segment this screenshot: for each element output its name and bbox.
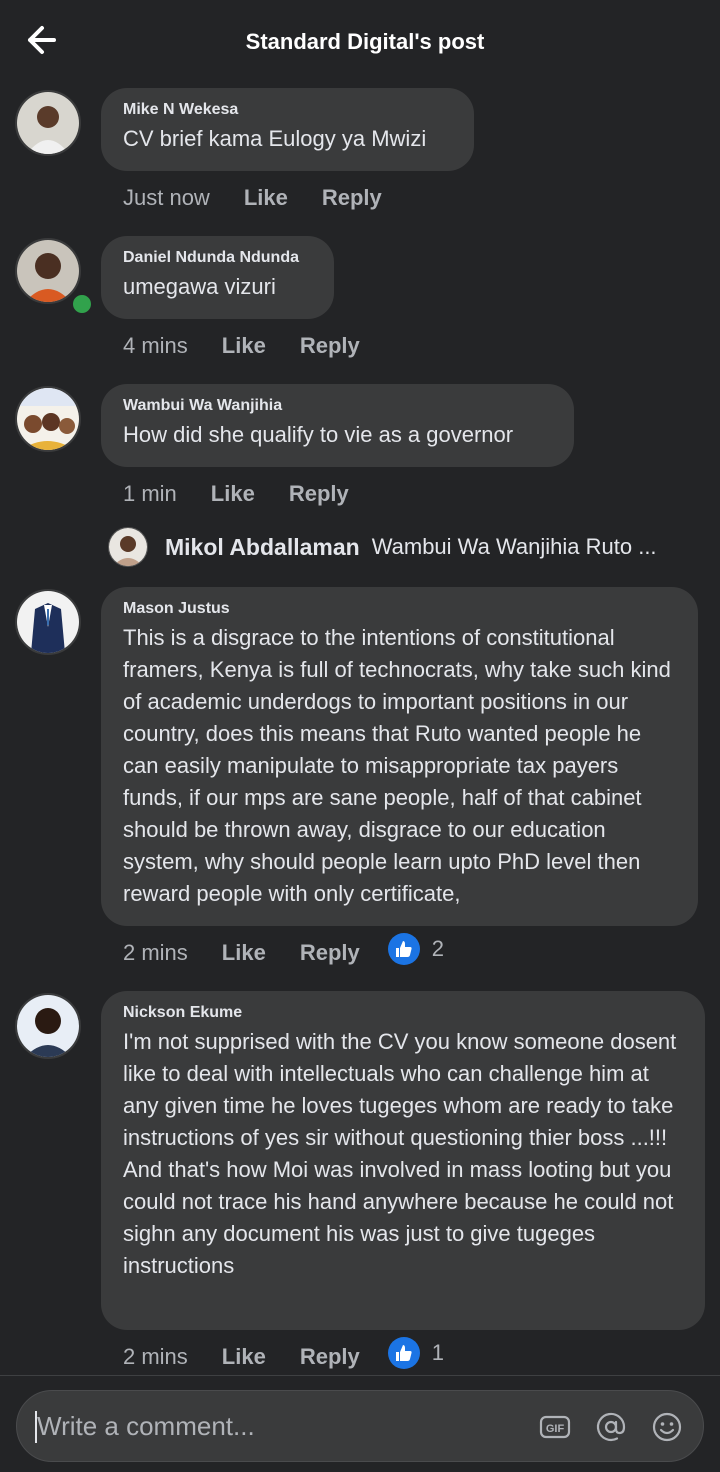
comment-time[interactable]: 4 mins [123,333,188,359]
comment-bubble[interactable]: Daniel Ndunda Ndunda umegawa vizuri [101,236,334,319]
comment-author[interactable]: Wambui Wa Wanjihia [123,397,552,415]
reply-preview[interactable]: Mikol Abdallaman Wambui Wa Wanjihia Ruto… [108,527,657,567]
reply-button[interactable]: Reply [322,185,382,211]
comment-bubble[interactable]: Mason Justus This is a disgrace to the i… [101,587,698,926]
like-button[interactable]: Like [244,185,288,211]
reaction-summary[interactable]: 2 [387,933,444,965]
comment-text: CV brief kama Eulogy ya Mwizi [123,126,427,151]
reply-button[interactable]: Reply [300,333,360,359]
comment-bubble[interactable]: Mike N Wekesa CV brief kama Eulogy ya Mw… [101,88,474,171]
comment-text: umegawa vizuri [123,274,276,299]
avatar-mason[interactable] [15,589,81,655]
comment-time[interactable]: 1 min [123,481,177,507]
comment-text: I'm not supprised with the CV you know s… [123,1029,677,1278]
online-status-indicator [70,292,94,316]
comment-author[interactable]: Mason Justus [123,600,676,618]
reaction-summary[interactable]: 1 [387,1337,444,1369]
top-bar: Standard Digital's post [0,0,720,84]
comment-input-placeholder: Write a comment... [37,1411,255,1441]
reply-author[interactable]: Mikol Abdallaman [165,534,360,561]
comment-time[interactable]: Just now [123,185,210,211]
comment-bubble[interactable]: Wambui Wa Wanjihia How did she qualify t… [101,384,574,467]
reply-button[interactable]: Reply [300,1344,360,1370]
comment-text: How did she qualify to vie as a governor [123,422,514,447]
comment-time[interactable]: 2 mins [123,940,188,966]
avatar-daniel[interactable] [15,238,81,304]
comment-actions: 2 mins Like Reply 2 [123,933,444,966]
reaction-count: 1 [431,1340,444,1365]
avatar-mikol[interactable] [108,527,148,567]
at-mention-icon[interactable] [595,1411,627,1443]
comment-author[interactable]: Mike N Wekesa [123,101,452,119]
comment-bubble[interactable]: Nickson Ekume I'm not supprised with the… [101,991,705,1330]
comment-text: This is a disgrace to the intentions of … [123,625,671,906]
reaction-count: 2 [431,936,444,961]
avatar-wambui[interactable] [15,386,81,452]
comment-actions: 2 mins Like Reply 1 [123,1337,444,1370]
svg-text:GIF: GIF [546,1423,565,1435]
divider [0,1375,720,1376]
avatar-nickson[interactable] [15,993,81,1059]
reply-button[interactable]: Reply [289,481,349,507]
page-title: Standard Digital's post [245,29,485,54]
like-button[interactable]: Like [222,1344,266,1370]
comment-input[interactable]: Write a comment... GIF [16,1390,704,1462]
comment-time[interactable]: 2 mins [123,1344,188,1370]
like-reaction-icon [387,933,420,965]
gif-icon[interactable]: GIF [539,1411,571,1443]
like-button[interactable]: Like [211,481,255,507]
like-reaction-icon [387,1337,420,1369]
comment-actions: Just now Like Reply [123,185,416,211]
comment-author[interactable]: Daniel Ndunda Ndunda [123,249,312,267]
reply-button[interactable]: Reply [300,940,360,966]
like-button[interactable]: Like [222,333,266,359]
like-button[interactable]: Like [222,940,266,966]
comment-author[interactable]: Nickson Ekume [123,1004,683,1022]
emoji-icon[interactable] [651,1411,683,1443]
reply-text: Wambui Wa Wanjihia Ruto ... [371,534,657,559]
comment-actions: 1 min Like Reply [123,481,383,507]
comment-actions: 4 mins Like Reply [123,333,394,359]
avatar-mike[interactable] [15,90,81,156]
